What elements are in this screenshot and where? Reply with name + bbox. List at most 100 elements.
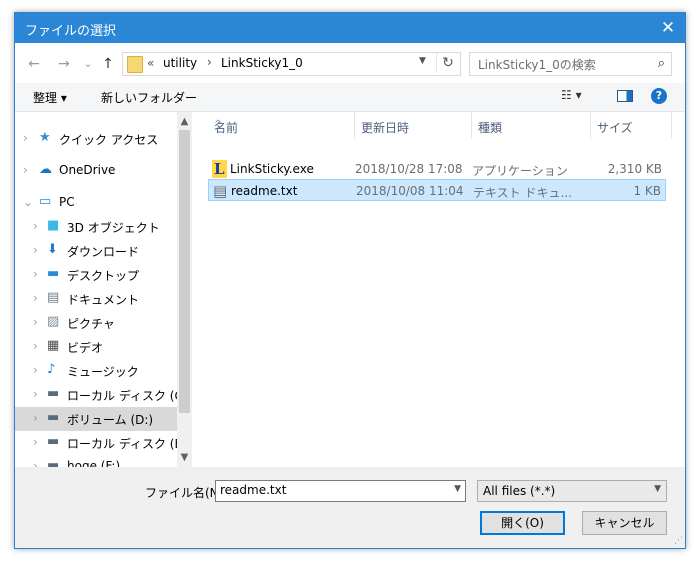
nav-item[interactable]: › ▬ ローカル ディスク (E:) xyxy=(15,431,177,455)
column-header-size[interactable]: サイズ xyxy=(591,112,672,139)
resize-grip-icon[interactable]: ⋰ xyxy=(674,536,683,546)
file-row[interactable]: L LinkSticky.exe 2018/10/28 17:08 アプリケーション 2… xyxy=(208,158,666,180)
nav-item-label: ローカル ディスク (E:) xyxy=(67,437,177,451)
cube-icon: ■ xyxy=(47,218,60,233)
chevron-right-icon[interactable]: › xyxy=(33,459,38,467)
file-type: テキスト ドキュ... xyxy=(473,186,572,200)
drive-c-icon: ▬ xyxy=(47,386,60,401)
filename-value[interactable]: readme.txt xyxy=(220,483,286,497)
filename-dropdown-icon[interactable]: ▼ xyxy=(454,484,461,494)
filetype-value: All files (*.*) xyxy=(483,484,556,498)
filename-input[interactable]: readme.txt ▼ xyxy=(215,480,466,502)
video-icon: ▦ xyxy=(47,338,60,353)
column-label-date: 更新日時 xyxy=(361,121,410,135)
drive-icon: ▬ xyxy=(47,434,60,449)
chevron-right-icon[interactable]: › xyxy=(33,243,38,257)
filetype-select[interactable]: All files (*.*) ▼ xyxy=(477,480,667,502)
nav-item[interactable]: › ■ 3D オブジェクト xyxy=(15,215,177,239)
search-icon[interactable]: ⌕ xyxy=(658,56,665,71)
app-icon: L xyxy=(212,160,227,178)
nav-item[interactable]: › ⬇ ダウンロード xyxy=(15,239,177,263)
forward-arrow-icon[interactable]: → xyxy=(55,55,73,73)
chevron-right-icon[interactable]: › xyxy=(33,291,38,305)
breadcrumb-linksticky[interactable]: LinkSticky1_0 xyxy=(221,56,303,70)
address-bar[interactable]: « utility › LinkSticky1_0 ▼ ↻ xyxy=(122,52,461,76)
nav-item-label: ドキュメント xyxy=(67,293,140,307)
nav-item-label: デスクトップ xyxy=(67,269,140,283)
nav-item-label: hoge (F:) xyxy=(67,459,121,467)
nav-item[interactable]: › ☁ OneDrive xyxy=(15,159,177,183)
file-size: 1 KB xyxy=(633,184,661,198)
file-date: 2018/10/28 17:08 xyxy=(355,162,463,176)
open-button[interactable]: 開く(O) xyxy=(480,511,565,535)
column-header-type[interactable]: 種類 xyxy=(472,112,591,139)
chevron-right-icon[interactable]: › xyxy=(23,163,28,177)
breadcrumb-overflow[interactable]: « xyxy=(147,56,154,70)
nav-item-label: OneDrive xyxy=(59,163,116,177)
column-label-size: サイズ xyxy=(597,121,633,135)
nav-item[interactable]: › ▨ ピクチャ xyxy=(15,311,177,335)
text-file-icon: ▤ xyxy=(213,182,228,200)
filetype-dropdown-icon[interactable]: ▼ xyxy=(654,484,661,494)
nav-item-label: 3D オブジェクト xyxy=(67,221,160,235)
up-arrow-icon[interactable]: ↑ xyxy=(99,55,117,73)
nav-item[interactable]: › ▦ ビデオ xyxy=(15,335,177,359)
chevron-right-icon[interactable]: › xyxy=(33,267,38,281)
cancel-button[interactable]: キャンセル xyxy=(582,511,667,535)
column-label-type: 種類 xyxy=(478,121,503,135)
chevron-right-icon[interactable]: › xyxy=(33,339,38,353)
column-header-date[interactable]: 更新日時 xyxy=(355,112,472,139)
chevron-right-icon[interactable]: › xyxy=(33,363,38,377)
nav-item[interactable]: › ▤ ドキュメント xyxy=(15,287,177,311)
refresh-icon[interactable]: ↻ xyxy=(436,53,459,73)
new-folder-button[interactable]: 新しいフォルダー xyxy=(101,89,197,106)
scroll-down-icon[interactable]: ▼ xyxy=(177,450,192,465)
navigation-scrollbar[interactable]: ▲ ▼ xyxy=(177,112,192,467)
preview-pane-icon[interactable] xyxy=(617,90,633,102)
scrollbar-thumb[interactable] xyxy=(179,130,190,413)
chevron-right-icon[interactable]: › xyxy=(23,131,28,145)
title-bar: ファイルの選択 ✕ xyxy=(15,13,685,43)
chevron-right-icon[interactable]: › xyxy=(33,387,38,401)
nav-item[interactable]: › ▬ hoge (F:) xyxy=(15,455,177,467)
nav-item[interactable]: › ▬ ローカル ディスク (C:) xyxy=(15,383,177,407)
file-row[interactable]: ▤ readme.txt 2018/10/08 11:04 テキスト ドキュ... 1 … xyxy=(208,179,666,201)
organize-button[interactable]: 整理 ▾ xyxy=(33,89,67,106)
nav-item-label: ミュージック xyxy=(67,365,139,379)
breadcrumb-utility[interactable]: utility xyxy=(163,56,197,70)
file-list: 名前 ^ 更新日時 種類 サイズ L LinkSticky.exe 2018/10/… xyxy=(192,112,685,467)
breadcrumb-separator-icon[interactable]: › xyxy=(207,55,212,69)
nav-item-label: PC xyxy=(59,195,75,209)
column-header-name[interactable]: 名前 ^ xyxy=(208,112,355,139)
help-icon[interactable]: ? xyxy=(651,88,667,104)
back-arrow-icon[interactable]: ← xyxy=(25,55,43,73)
document-icon: ▤ xyxy=(47,290,60,305)
file-name: readme.txt xyxy=(231,184,298,198)
recent-locations-icon[interactable]: ⌄ xyxy=(79,55,97,73)
sort-ascending-icon: ^ xyxy=(214,119,223,130)
nav-item[interactable]: › ♪ ミュージック xyxy=(15,359,177,383)
view-options-icon[interactable]: ☷ ▾ xyxy=(561,88,582,102)
nav-item[interactable]: › ★ クイック アクセス xyxy=(15,127,177,151)
file-type: アプリケーション xyxy=(472,164,568,178)
chevron-right-icon[interactable]: › xyxy=(33,315,38,329)
search-box[interactable]: LinkSticky1_0の検索 ⌕ xyxy=(469,52,672,76)
chevron-right-icon[interactable]: › xyxy=(33,411,38,425)
nav-item-label: ダウンロード xyxy=(67,245,140,259)
file-size: 2,310 KB xyxy=(607,162,662,176)
chevron-right-icon[interactable]: › xyxy=(33,435,38,449)
nav-item[interactable]: › ▬ デスクトップ xyxy=(15,263,177,287)
window-title: ファイルの選択 xyxy=(25,24,117,39)
desktop-icon: ▬ xyxy=(47,266,60,281)
picture-icon: ▨ xyxy=(47,314,60,329)
drive-icon: ▬ xyxy=(47,410,60,425)
cloud-icon: ☁ xyxy=(39,162,52,177)
scroll-up-icon[interactable]: ▲ xyxy=(177,114,192,129)
chevron-down-icon[interactable]: ⌄ xyxy=(23,195,33,209)
nav-item-label: ビデオ xyxy=(67,341,104,355)
close-icon[interactable]: ✕ xyxy=(655,15,681,41)
chevron-right-icon[interactable]: › xyxy=(33,219,38,233)
address-dropdown-icon[interactable]: ▼ xyxy=(419,56,426,66)
nav-item[interactable]: › ▬ ボリューム (D:) xyxy=(15,407,177,431)
nav-item[interactable]: ⌄ ▭ PC xyxy=(15,191,177,215)
